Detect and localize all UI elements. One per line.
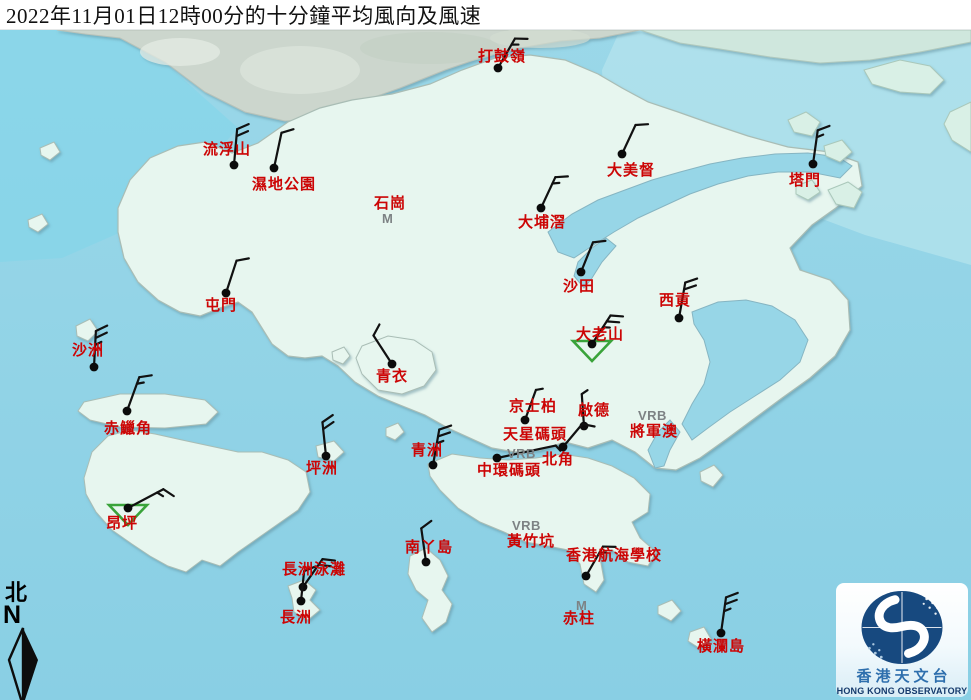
station-dot	[123, 407, 132, 416]
station-label: 大老山	[576, 327, 624, 344]
station-label: 屯門	[205, 298, 237, 315]
wind-barb	[721, 591, 738, 634]
station-dot	[124, 504, 133, 513]
station-dot	[809, 160, 818, 169]
wind-map-screenshot: 打鼓嶺流浮山濕地公園石崗M 大美督塔門大埔滘沙田西貢大老山 屯門沙洲赤鱲角 青衣坪洲 青…	[0, 0, 971, 700]
station-label: 啟德	[578, 403, 610, 420]
station-label: 南丫島	[405, 540, 453, 557]
station-label: 大埔滘	[518, 215, 566, 232]
station-label: 沙洲	[72, 343, 104, 360]
station-dot	[675, 314, 684, 323]
hko-name-zh: 香港天文台	[852, 669, 951, 685]
station-label: 赤柱	[563, 611, 595, 628]
station-label: 青洲	[411, 443, 443, 460]
station-label: 濕地公園	[252, 177, 316, 194]
north-compass: 北 N	[2, 582, 48, 700]
station-label: 香港航海學校	[566, 548, 662, 565]
station-dot	[582, 572, 591, 581]
station-label: 坪洲	[306, 461, 338, 478]
station-label: 長洲泳灘	[282, 562, 346, 579]
compass-label-en: N	[2, 604, 48, 626]
wind-barb	[813, 124, 829, 165]
station-label: 長洲	[280, 610, 312, 627]
station-dot	[322, 452, 331, 461]
station-label: 赤鱲角	[104, 421, 152, 438]
station-label: 塔門	[789, 173, 821, 190]
wind-barb	[274, 127, 293, 170]
map-title: 2022年11月01日12時00分的十分鐘平均風向及風速	[0, 0, 481, 30]
north-arrow-icon	[2, 626, 48, 700]
station-label: 打鼓嶺	[478, 49, 526, 66]
station-dot	[618, 150, 627, 159]
station-dot	[90, 363, 99, 372]
station-label: 石崗	[374, 196, 406, 213]
wind-barb	[127, 372, 152, 415]
station-label: 西貢	[659, 293, 691, 310]
station-dot	[537, 204, 546, 213]
hko-name-en: HONG KONG OBSERVATORY	[837, 685, 968, 697]
station-label: 天星碼頭	[503, 427, 567, 444]
station-dot	[270, 164, 279, 173]
station-label: 橫瀾島	[697, 639, 745, 656]
variable-wind-marker: VRB	[638, 409, 667, 423]
wind-barbs-layer	[0, 0, 971, 700]
hko-logo-icon	[854, 587, 950, 668]
station-dot	[577, 268, 586, 277]
wind-barb	[370, 324, 401, 364]
station-dot	[230, 161, 239, 170]
station-dot	[222, 289, 231, 298]
wind-barb	[322, 415, 337, 456]
station-dot	[388, 360, 397, 369]
station-dot	[429, 461, 438, 470]
station-label: 京士柏	[509, 399, 557, 416]
station-dot	[297, 597, 306, 606]
station-label: 大美督	[607, 163, 655, 180]
station-dot	[422, 558, 431, 567]
station-label: 昂坪	[106, 516, 138, 533]
hko-logo: 香港天文台 HONG KONG OBSERVATORY	[836, 583, 968, 697]
station-dot	[717, 629, 726, 638]
station-label: 流浮山	[203, 142, 251, 159]
variable-wind-marker: VRB	[507, 447, 536, 461]
station-label: 沙田	[563, 279, 595, 296]
missing-data-marker: M	[382, 212, 393, 226]
variable-wind-marker: VRB	[512, 519, 541, 533]
station-label: 青衣	[376, 369, 408, 386]
station-label: 北角	[542, 452, 574, 469]
wind-barb	[128, 486, 174, 517]
title-bar: 2022年11月01日12時00分的十分鐘平均風向及風速	[0, 0, 971, 30]
station-dot	[521, 416, 530, 425]
station-label: 中環碼頭	[477, 463, 541, 480]
station-label: 將軍澳	[630, 424, 678, 441]
wind-barb	[563, 419, 595, 454]
station-label: 黃竹坑	[507, 534, 555, 551]
wind-barb	[226, 255, 249, 296]
station-dot	[493, 454, 502, 463]
